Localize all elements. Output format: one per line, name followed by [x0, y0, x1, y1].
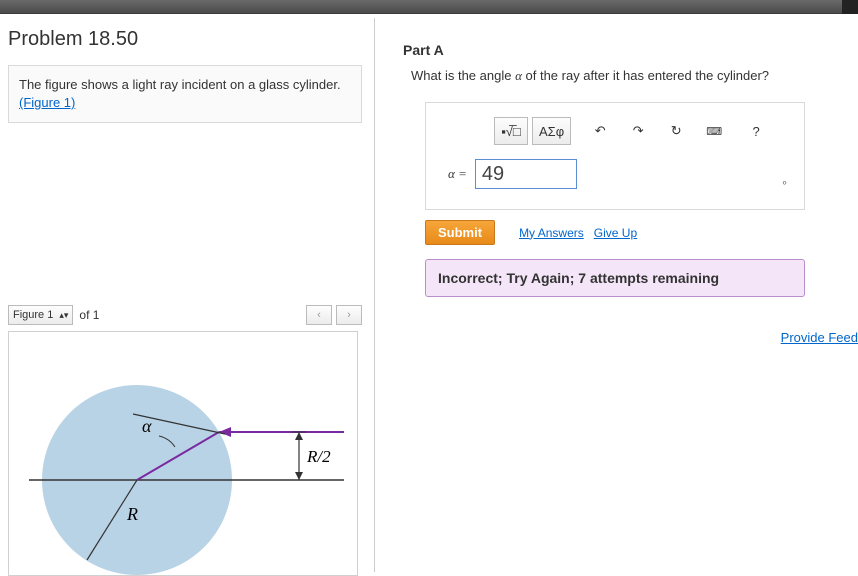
redo-icon: ↷ — [633, 123, 644, 139]
help-button[interactable]: ? — [739, 117, 773, 145]
keyboard-button[interactable]: ⌨ — [697, 117, 731, 145]
r-label: R — [126, 504, 138, 524]
answer-panel: ▪√̅□ ΑΣφ ↶ ↷ ↻ ⌨ ? α = ∘ — [425, 102, 805, 210]
my-answers-link[interactable]: My Answers — [519, 226, 584, 240]
question-text: What is the angle α of the ray after it … — [411, 68, 858, 84]
problem-prompt: The figure shows a light ray incident on… — [8, 65, 362, 123]
question-prefix: What is the angle — [411, 68, 515, 83]
question-suffix: of the ray after it has entered the cyli… — [522, 68, 769, 83]
feedback-message: Incorrect; Try Again; 7 attempts remaini… — [425, 259, 805, 297]
answer-variable-label: α = — [448, 166, 467, 182]
answer-input[interactable] — [475, 159, 577, 189]
r2-label: R/2 — [306, 447, 331, 466]
unit-label: ∘ — [781, 176, 788, 189]
problem-title: Problem 18.50 — [8, 28, 362, 51]
submit-button[interactable]: Submit — [425, 220, 495, 245]
reset-button[interactable]: ↻ — [659, 117, 693, 145]
r2-arrow-down-icon — [295, 472, 303, 480]
reset-icon: ↻ — [671, 123, 682, 139]
dropdown-icon: ▴▾ — [59, 310, 68, 321]
greek-icon: ΑΣφ — [539, 124, 564, 139]
templates-button[interactable]: ▪√̅□ — [494, 117, 528, 145]
figure-selector[interactable]: Figure 1 ▴▾ — [8, 305, 73, 325]
part-label: Part A — [403, 42, 858, 58]
greek-button[interactable]: ΑΣφ — [532, 117, 571, 145]
r2-arrow-up-icon — [295, 432, 303, 440]
figure-selector-label: Figure 1 — [13, 309, 53, 321]
equation-toolbar: ▪√̅□ ΑΣφ ↶ ↷ ↻ ⌨ ? — [494, 117, 790, 145]
alpha-label: α — [142, 416, 152, 436]
give-up-link[interactable]: Give Up — [594, 226, 637, 240]
figure-prev-button[interactable]: ‹ — [306, 305, 332, 325]
prompt-text: The figure shows a light ray incident on… — [19, 77, 341, 92]
templates-icon: ▪√̅□ — [501, 124, 521, 139]
figure-next-button[interactable]: › — [336, 305, 362, 325]
undo-icon: ↶ — [595, 123, 606, 139]
figure-canvas: α R R/2 — [8, 331, 358, 576]
question-variable: α — [515, 68, 522, 83]
redo-button[interactable]: ↷ — [621, 117, 655, 145]
provide-feedback-link[interactable]: Provide Feed — [781, 330, 858, 345]
top-bar — [0, 0, 858, 14]
figure-of-label: of 1 — [79, 308, 99, 322]
keyboard-icon: ⌨ — [706, 125, 722, 138]
topbar-corner-icon — [842, 0, 858, 14]
undo-button[interactable]: ↶ — [583, 117, 617, 145]
help-icon: ? — [753, 124, 760, 139]
figure-link[interactable]: (Figure 1) — [19, 95, 75, 110]
figure-area: Figure 1 ▴▾ of 1 ‹ › — [8, 305, 362, 576]
